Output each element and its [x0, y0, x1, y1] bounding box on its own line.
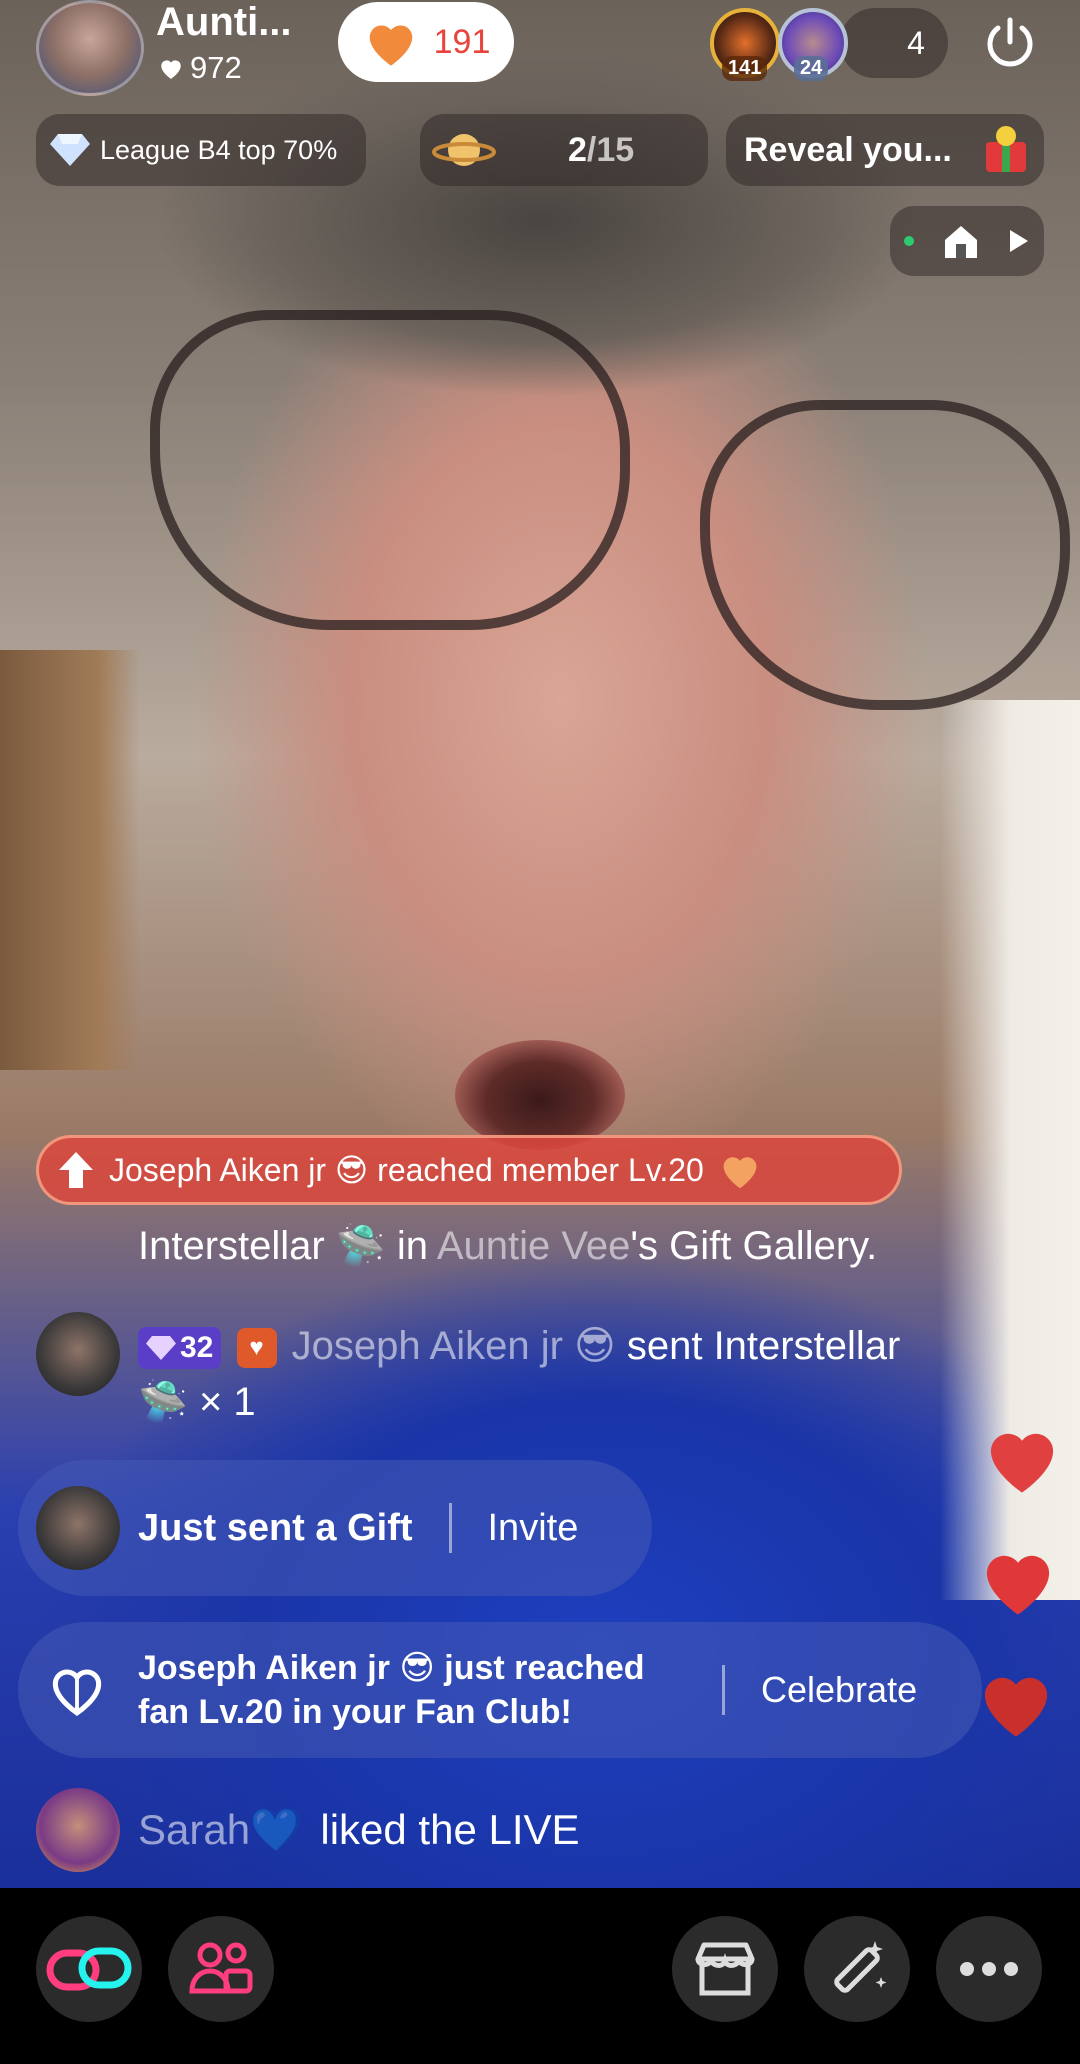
gallery-owner: Auntie Vee — [436, 1224, 631, 1268]
effects-button[interactable] — [804, 1916, 910, 2022]
diamond-icon — [50, 134, 90, 166]
home-icon[interactable] — [941, 222, 981, 260]
fan-heart-icon — [723, 1157, 757, 1189]
sent-card-text: Just sent a Gift — [138, 1506, 413, 1549]
upgrade-arrow-icon — [59, 1152, 93, 1188]
viewer-count[interactable]: 4 — [840, 8, 948, 78]
league-label: League B4 top 70% — [100, 134, 338, 165]
gift-sender[interactable]: Joseph Aiken jr 😎 — [292, 1324, 616, 1368]
like-count: 191 — [433, 22, 491, 61]
goal-progress: 2/15 — [568, 130, 635, 169]
member-banner-text: Joseph Aiken jr 😎 reached member Lv.20 — [109, 1152, 704, 1188]
reveal-label: Reveal you... — [744, 130, 952, 169]
liked-message: Sarah💙 liked the LIVE — [36, 1788, 580, 1872]
diamond-icon — [146, 1336, 176, 1361]
heart-icon — [161, 60, 181, 79]
heart-outline-icon — [52, 1669, 102, 1716]
liked-action: liked the LIVE — [320, 1806, 580, 1853]
shop-button[interactable] — [672, 1916, 778, 2022]
link-icon — [46, 1947, 132, 1991]
heart-icon — [986, 1555, 1050, 1615]
fan-level-card: Joseph Aiken jr 😎 just reached fan Lv.20… — [18, 1622, 982, 1758]
people-icon — [189, 1942, 253, 1994]
heart-icon — [990, 1433, 1054, 1493]
goal-pill[interactable]: 2/15 — [420, 114, 708, 186]
live-video-feed — [0, 0, 1080, 1888]
celebrate-button[interactable]: Celebrate — [761, 1669, 917, 1711]
viewer-count-label: 4 — [907, 24, 925, 61]
gallery-in: in — [396, 1224, 428, 1268]
fan-card-text: Joseph Aiken jr 😎 just reached fan Lv.20… — [138, 1649, 645, 1731]
league-pill[interactable]: League B4 top 70% — [36, 114, 366, 186]
chat-user-avatar[interactable] — [36, 1312, 120, 1396]
stream-controls[interactable] — [890, 206, 1044, 276]
host-avatar[interactable] — [36, 0, 144, 96]
liker-avatar[interactable] — [36, 1788, 120, 1872]
member-level-banner: Joseph Aiken jr 😎 reached member Lv.20 — [36, 1135, 902, 1205]
power-icon[interactable] — [980, 12, 1040, 72]
more-dots-icon — [960, 1962, 1018, 1976]
host-name[interactable]: Aunti... — [156, 0, 292, 45]
top-viewer-avatar-1[interactable]: 141 — [710, 8, 780, 81]
viewer-badge: 24 — [794, 56, 829, 81]
magic-wand-icon — [834, 1941, 887, 1993]
gallery-rest: 's Gift Gallery. — [630, 1224, 878, 1268]
invite-button[interactable]: Invite — [488, 1507, 579, 1550]
gift-count: × 1 — [198, 1380, 256, 1424]
user-level: 32 — [180, 1331, 214, 1365]
interstellar-gift-icon: 🛸 — [138, 1380, 188, 1424]
reveal-pill[interactable]: Reveal you... — [726, 114, 1044, 186]
gift-gallery-message: Interstellar 🛸 in Auntie Vee's Gift Gall… — [138, 1222, 877, 1269]
just-sent-gift-card: Just sent a Gift Invite — [18, 1460, 652, 1596]
gift-sent-message: 32 ♥ Joseph Aiken jr 😎 sent Interstellar… — [138, 1318, 1038, 1430]
gift-name: Interstellar — [138, 1224, 325, 1268]
gift-box-icon — [986, 126, 1026, 172]
planet-icon — [432, 134, 496, 166]
divider — [448, 1503, 452, 1553]
status-dot-icon — [903, 236, 914, 246]
fan-badge-icon: ♥ — [236, 1328, 277, 1369]
interstellar-gift-icon: 🛸 — [335, 1224, 386, 1268]
top-viewer-avatar-2[interactable]: 24 — [778, 8, 848, 81]
user-level-badge: 32 — [138, 1327, 222, 1370]
gifter-avatar[interactable] — [36, 1486, 120, 1570]
liker-name[interactable]: Sarah💙 — [138, 1806, 302, 1855]
host-likes-count: 972 — [190, 50, 242, 85]
link-guest-button[interactable] — [36, 1916, 142, 2022]
guests-button[interactable] — [168, 1916, 274, 2022]
heart-icon — [984, 1677, 1048, 1737]
gift-action: sent Interstellar — [626, 1324, 901, 1368]
host-likes: 972 — [158, 50, 242, 86]
divider — [722, 1665, 725, 1715]
heart-icon — [369, 25, 412, 66]
play-arrow-icon[interactable] — [1008, 228, 1030, 254]
more-options-button[interactable] — [936, 1916, 1042, 2022]
viewer-badge: 141 — [722, 56, 768, 81]
like-counter-pill[interactable]: 191 — [338, 2, 514, 82]
bottom-toolbar — [0, 1888, 1080, 2064]
shop-icon — [695, 1942, 755, 1996]
